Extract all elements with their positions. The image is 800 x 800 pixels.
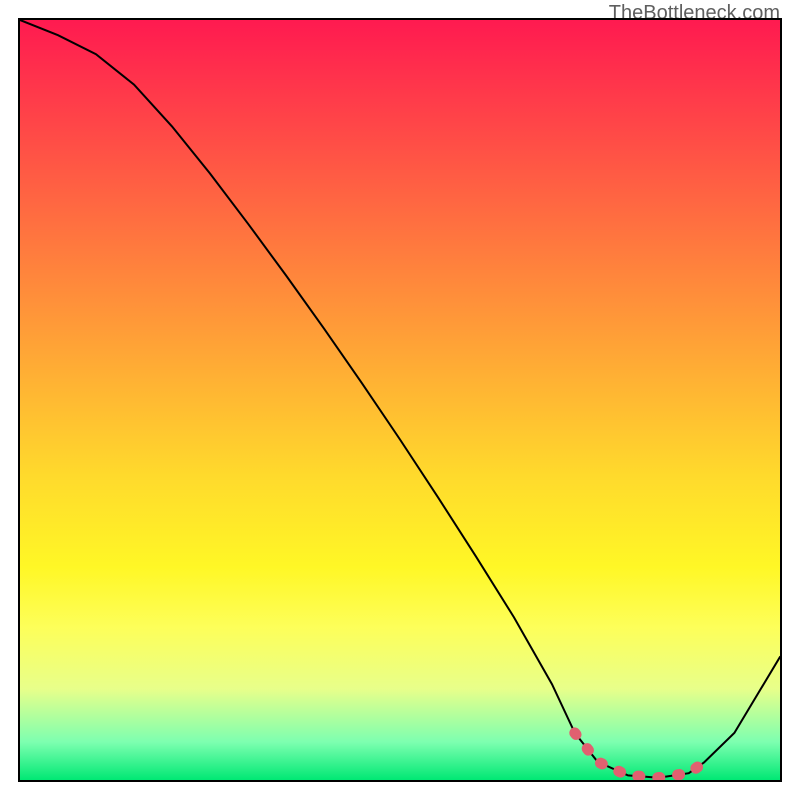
chart-highlight <box>575 733 704 778</box>
chart-svg <box>20 20 780 780</box>
plot-area <box>18 18 782 782</box>
chart-line <box>20 20 780 778</box>
